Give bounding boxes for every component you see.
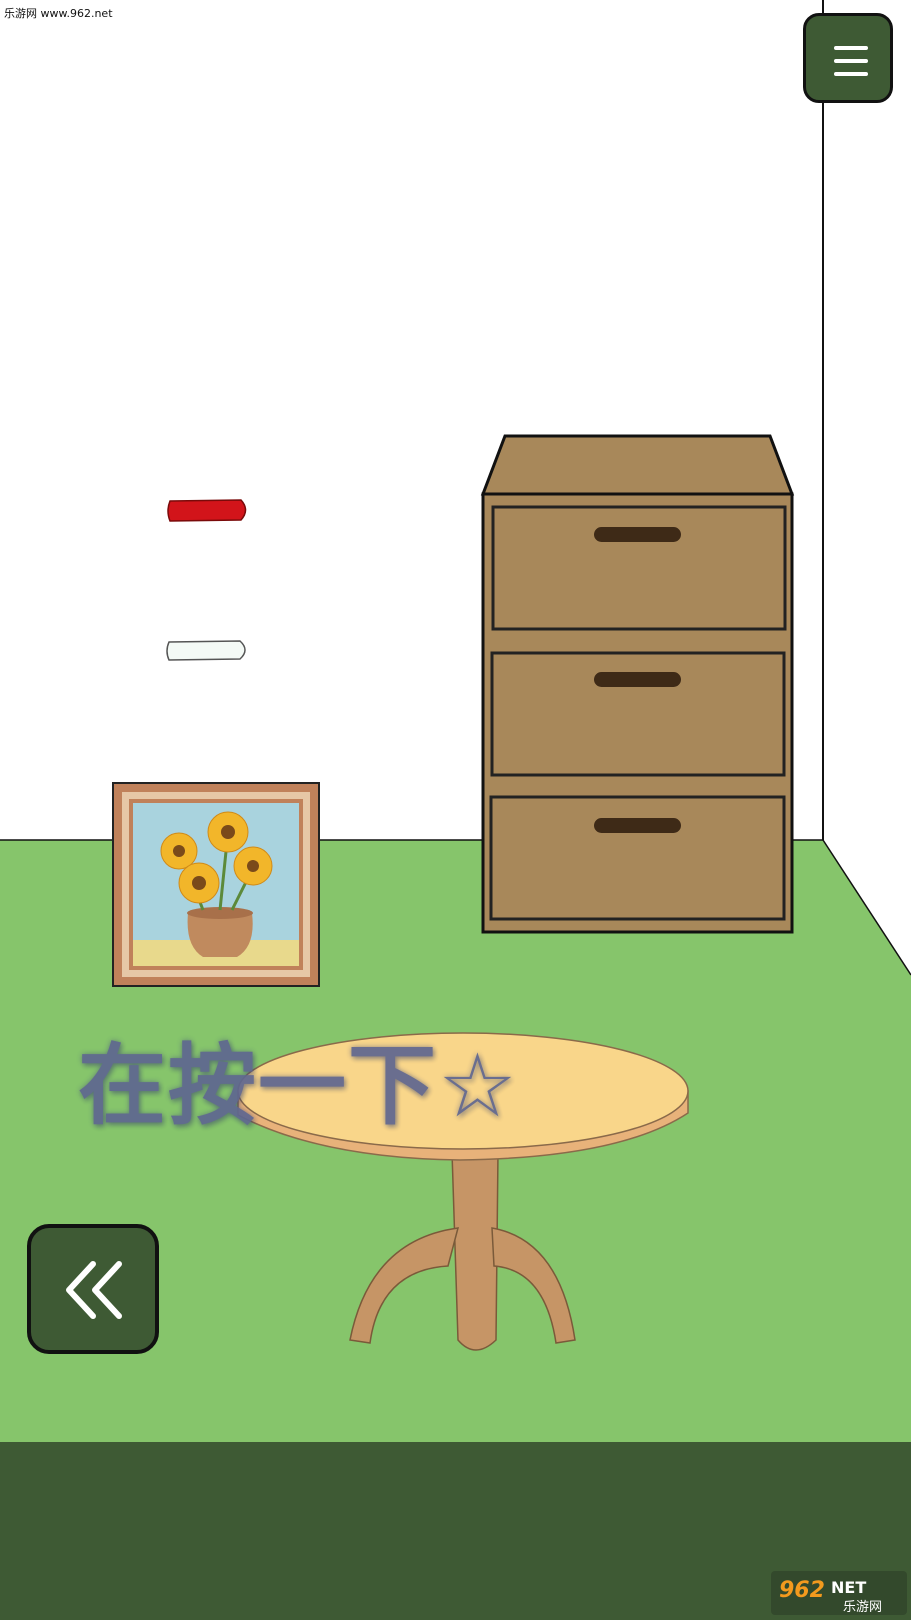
room-scene (0, 0, 911, 1620)
drawer-middle[interactable] (490, 651, 786, 777)
menu-line (834, 46, 868, 50)
menu-button[interactable] (803, 13, 893, 103)
hint-text: 在按一下☆ (78, 1034, 519, 1137)
brand-number: 962 (779, 1578, 825, 1603)
double-chevron-left-icon (66, 1261, 122, 1319)
back-button[interactable] (27, 1224, 159, 1354)
white-stick[interactable] (166, 640, 246, 661)
drawer-top[interactable] (491, 505, 787, 631)
watermark-text: 乐游网 www.962.net (4, 7, 113, 20)
brand-chinese: 乐游网 (843, 1600, 882, 1615)
menu-line (834, 72, 868, 76)
sunflower-painting[interactable] (112, 782, 320, 987)
red-stick[interactable] (167, 499, 247, 522)
brand-suffix: NET (831, 1578, 866, 1597)
drawer-cabinet (480, 434, 795, 934)
drawer-bottom[interactable] (489, 795, 786, 921)
menu-line (834, 59, 868, 63)
brand-watermark-logo: 962 NET 乐游网 (771, 1571, 907, 1615)
